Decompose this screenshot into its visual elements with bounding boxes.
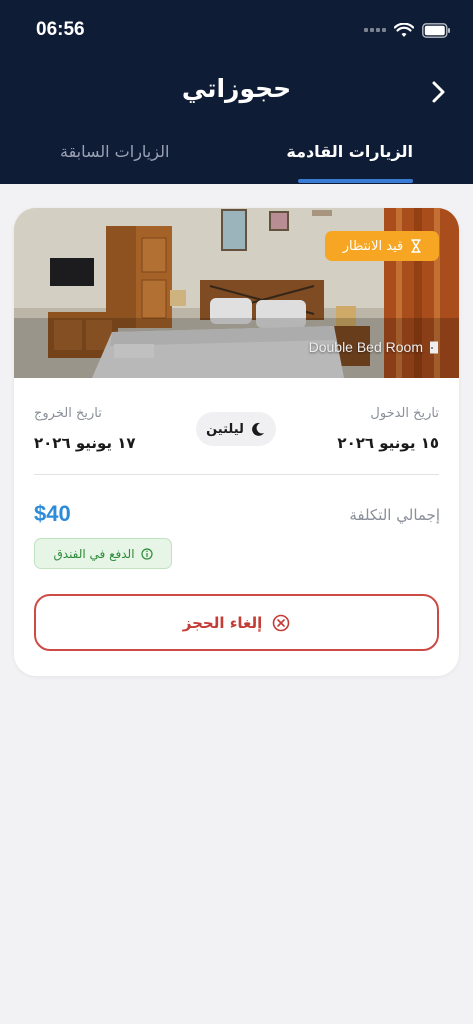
checkin-label: تاريخ الدخول xyxy=(370,406,439,421)
app-header: 06:56 حجوزاتي الزيارات القادمة الزيارات … xyxy=(0,0,473,184)
chevron-right-icon[interactable] xyxy=(430,80,448,104)
nights-badge: ليلتين xyxy=(196,412,276,446)
tab-upcoming[interactable]: الزيارات القادمة xyxy=(286,142,413,161)
cancel-booking-label: إلغاء الحجز xyxy=(182,613,263,632)
total-cost-label: إجمالي التكلفة xyxy=(349,506,440,524)
room-name-text: Double Bed Room xyxy=(308,339,423,355)
door-icon xyxy=(430,341,438,353)
tab-past[interactable]: الزيارات السابقة xyxy=(60,142,169,161)
page-title: حجوزاتي xyxy=(181,74,292,103)
cancel-circle-icon xyxy=(272,614,290,631)
booking-card[interactable]: قيد الانتظار Double Bed Room تاريخ الدخو… xyxy=(14,208,459,676)
checkout-date: ١٧ يونيو ٢٠٢٦ xyxy=(34,434,136,452)
status-icons xyxy=(364,20,451,40)
wifi-icon xyxy=(394,22,414,37)
room-name: Double Bed Room xyxy=(309,339,439,355)
signal-icon xyxy=(364,28,386,32)
info-icon xyxy=(140,547,153,560)
divider xyxy=(34,474,439,475)
status-bar: 06:56 xyxy=(0,0,473,56)
status-text: قيد الانتظار xyxy=(342,238,404,254)
nights-text: ليلتين xyxy=(206,421,244,437)
active-tab-indicator xyxy=(298,179,413,183)
checkin-date: ١٥ يونيو ٢٠٢٦ xyxy=(337,434,439,452)
battery-icon xyxy=(422,22,450,38)
hourglass-icon xyxy=(411,239,422,253)
moon-icon xyxy=(252,422,264,436)
status-badge: قيد الانتظار xyxy=(325,231,439,261)
room-photo: قيد الانتظار Double Bed Room xyxy=(14,208,459,378)
total-price: $40 xyxy=(34,501,71,526)
payment-text: الدفع في الفندق xyxy=(53,546,135,561)
checkout-label: تاريخ الخروج xyxy=(34,406,102,421)
status-time: 06:56 xyxy=(36,19,85,40)
payment-badge: الدفع في الفندق xyxy=(34,538,172,569)
cancel-booking-button[interactable]: إلغاء الحجز xyxy=(34,594,439,651)
